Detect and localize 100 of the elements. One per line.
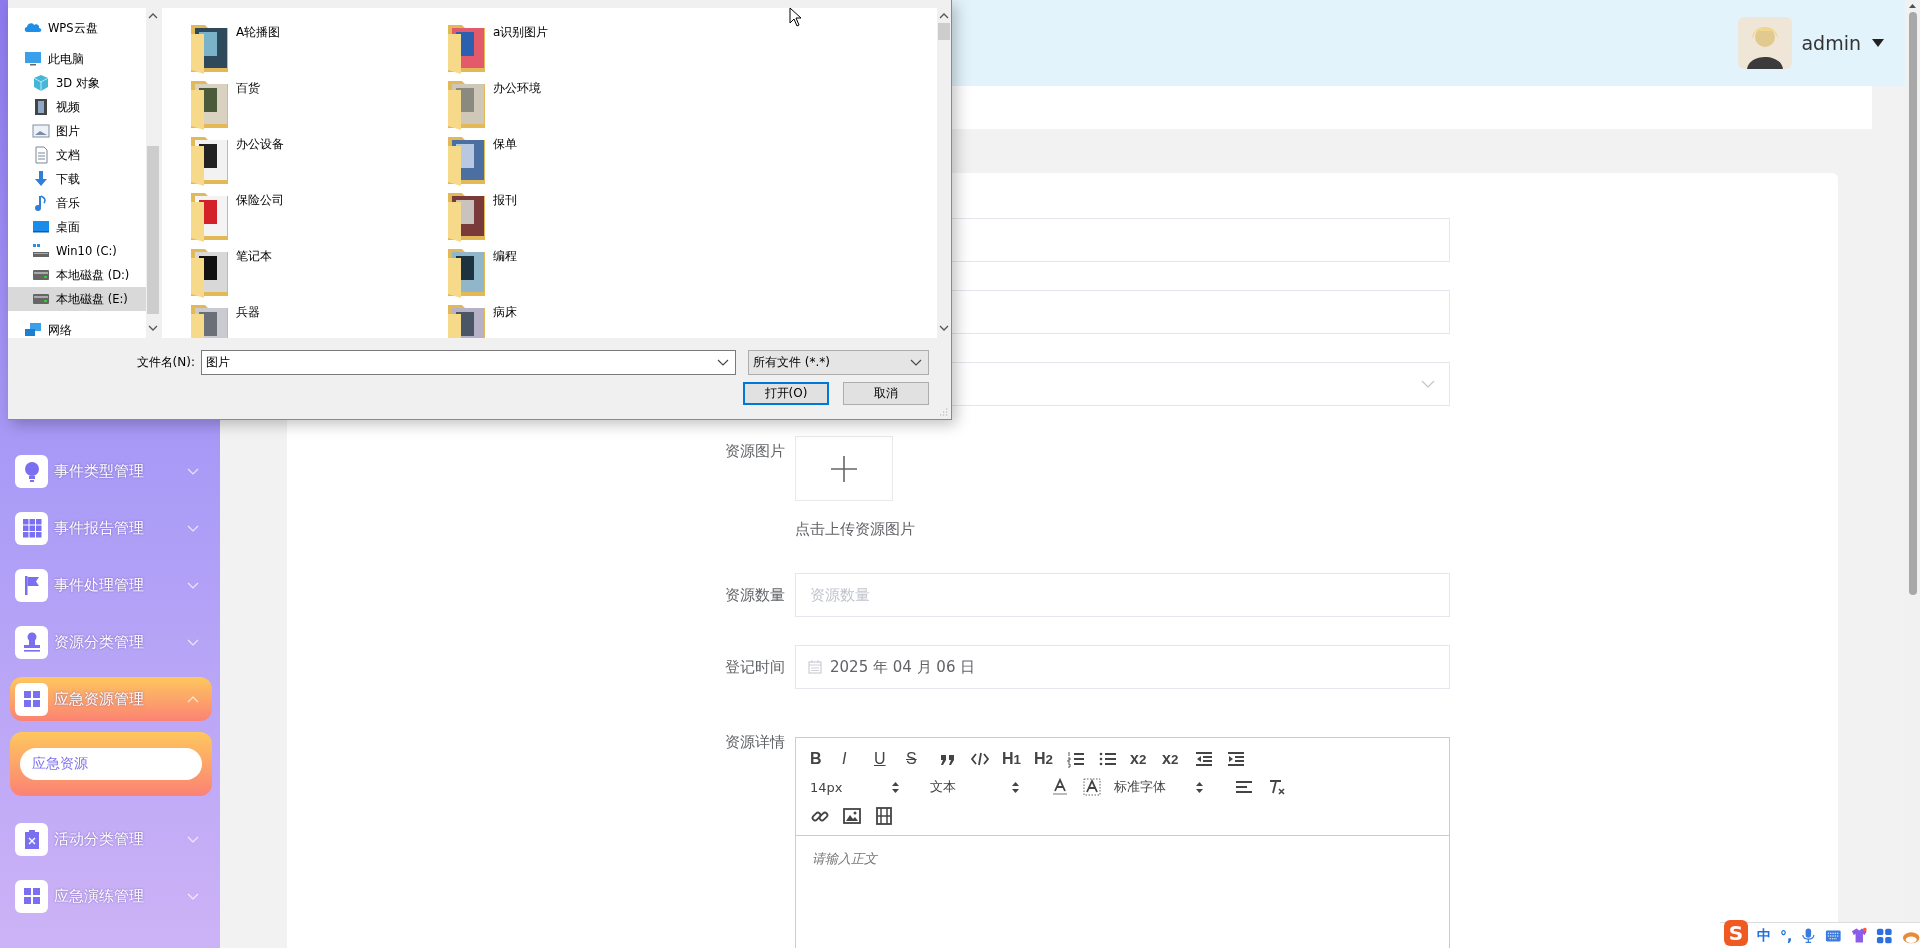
select-arrow-icon [1195, 781, 1204, 794]
grid-icon [20, 517, 43, 539]
caret-icon [1872, 39, 1884, 47]
file-item[interactable]: a识别图片 [447, 22, 704, 78]
image-icon [842, 805, 862, 826]
menu-label: 应急资源管理 [54, 689, 145, 709]
scroll-down-icon [939, 324, 949, 332]
document-icon [32, 146, 50, 164]
folder-icon [190, 190, 230, 242]
file-item[interactable]: 保单 [447, 134, 704, 190]
chevron-icon [717, 359, 729, 366]
underline-button[interactable]: U [874, 747, 906, 772]
field-label: 资源数量 [724, 585, 785, 606]
input-mode-toggle[interactable]: 中 [1756, 926, 1771, 945]
dialog-button[interactable]: 取消 [843, 382, 929, 405]
filename-field[interactable]: 图片 [201, 350, 736, 375]
italic-button[interactable]: I [842, 747, 874, 772]
field-label: 资源详情 [724, 732, 785, 753]
field-label: 登记时间 [724, 657, 785, 678]
nav-item[interactable]: 桌面 [8, 215, 146, 239]
microphone-icon[interactable] [1801, 927, 1816, 944]
shirt-icon[interactable] [1850, 927, 1868, 944]
film-icon [32, 98, 50, 116]
scroll-down-icon [148, 324, 158, 332]
nav-item[interactable]: 3D 对象 [8, 71, 146, 95]
drive-icon [32, 242, 50, 260]
file-item[interactable]: A轮播图 [190, 22, 447, 78]
menu-label: 资源分类管理 [54, 632, 145, 652]
nav-item[interactable]: 文档 [8, 143, 146, 167]
nav-item[interactable]: 音乐 [8, 191, 146, 215]
grid-icon[interactable] [1876, 926, 1893, 945]
folder-icon [447, 246, 487, 298]
punctuation-toggle[interactable]: °, [1779, 927, 1793, 944]
file-item[interactable]: 办公环境 [447, 78, 704, 134]
file-item[interactable]: 百货 [190, 78, 447, 134]
nav-item[interactable]: 网络 [8, 318, 146, 338]
file-item[interactable]: 笔记本 [190, 246, 447, 302]
date-field[interactable]: 2025 年 04 月 06 日 [795, 645, 1450, 689]
folder-icon [190, 22, 230, 74]
submenu-item[interactable]: 应急资源 [20, 748, 202, 780]
file-item[interactable]: 保险公司 [190, 190, 447, 246]
plus-icon [831, 455, 857, 482]
scrollbar-thumb[interactable] [147, 146, 159, 314]
folder-icon [447, 134, 487, 186]
folder-icon [190, 246, 230, 298]
nav-item[interactable]: Win10 (C:) [8, 239, 146, 263]
calendar-icon [808, 660, 822, 674]
folder-icon [190, 78, 230, 130]
nav-item[interactable]: 本地磁盘 (D:) [8, 263, 146, 287]
scroll-up-icon [148, 12, 158, 20]
select-arrow-icon [891, 781, 900, 794]
nav-item[interactable]: WPS云盘 [8, 16, 146, 40]
desktop-icon [32, 218, 50, 236]
nav-item[interactable]: 视频 [8, 95, 146, 119]
scrollbar-thumb[interactable] [938, 23, 950, 40]
folder-icon [190, 134, 230, 186]
keyboard-icon[interactable] [1824, 927, 1842, 944]
menu-label: 应急演练管理 [54, 886, 145, 906]
file-type-select[interactable]: 所有文件 (*.*) [748, 350, 929, 375]
resize-grip-icon [937, 407, 949, 417]
menu-label: 事件报告管理 [54, 518, 145, 538]
upload-hint: 点击上传资源图片 [795, 520, 916, 539]
download-icon [32, 170, 50, 188]
monitor-icon [24, 50, 42, 68]
menu-label: 事件处理管理 [54, 575, 145, 595]
color-icon [1050, 777, 1070, 798]
video-icon [874, 805, 894, 826]
folder-icon [447, 78, 487, 130]
dialog-button[interactable]: 打开(O) [743, 382, 829, 405]
nav-item[interactable]: 此电脑 [8, 47, 146, 71]
scrollbar-thumb[interactable] [1908, 12, 1917, 595]
menu-label: 活动分类管理 [54, 829, 145, 849]
editor-placeholder: 请输入正文 [812, 850, 879, 868]
chevron-icon [1421, 380, 1435, 388]
cube-icon [32, 74, 50, 92]
file-item[interactable]: 编程 [447, 246, 704, 302]
toolbar-select[interactable]: 14px [810, 775, 908, 800]
file-item[interactable]: 报刊 [447, 190, 704, 246]
input-field[interactable]: 资源数量 [795, 573, 1450, 617]
nav-item[interactable]: 图片 [8, 119, 146, 143]
folder-icon [447, 190, 487, 242]
file-item[interactable]: 兵器 [190, 302, 447, 338]
editor-body[interactable]: 请输入正文 [796, 836, 1449, 948]
file-item[interactable]: 办公设备 [190, 134, 447, 190]
field-label: 文件名(N): [135, 354, 195, 371]
image-icon [32, 122, 50, 140]
background-icon [1082, 777, 1102, 798]
avatar [1738, 17, 1793, 69]
scroll-up-icon [939, 12, 949, 20]
bold-button[interactable]: B [810, 747, 842, 772]
folder-icon [447, 22, 487, 74]
user-name[interactable]: admin [1801, 32, 1861, 54]
toolbar-select[interactable]: 文本 [930, 775, 1028, 800]
chevron-icon [910, 359, 922, 366]
nav-item[interactable]: 下载 [8, 167, 146, 191]
toolbar-select[interactable]: 标准字体 [1114, 775, 1212, 800]
select-arrow-icon [1011, 781, 1020, 794]
ordered-icon [1066, 749, 1086, 770]
nav-item[interactable]: 本地磁盘 (E:) [8, 287, 146, 311]
strike-button[interactable]: S [906, 747, 938, 772]
